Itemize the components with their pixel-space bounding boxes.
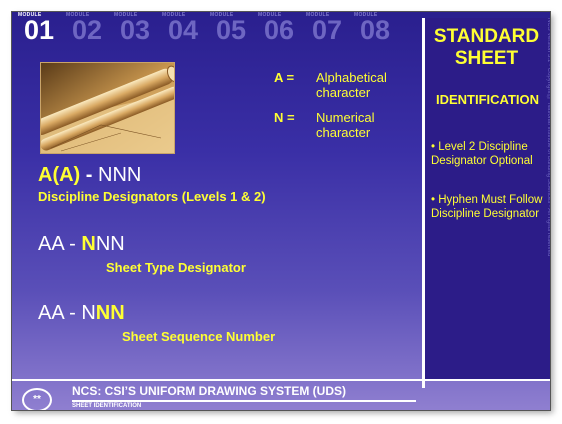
format-part: - [80,164,98,186]
module-tab-08[interactable]: MODULE 08 [352,12,398,46]
module-tag: MODULE [258,12,282,18]
sheet-sequence-format: AA - NNN [38,302,125,325]
rolled-blueprints-photo [40,62,175,154]
module-tab-06[interactable]: MODULE 06 [256,12,302,46]
module-tag: MODULE [210,12,234,18]
legend-alpha: A = Alphabetical character [274,70,414,110]
module-tag: MODULE [306,12,330,18]
format-part: NNN [98,164,142,186]
format-part: AA - [38,233,82,255]
sidebar: STANDARD SHEET IDENTIFICATION • Level 2 … [425,18,550,379]
module-tab-03[interactable]: MODULE 03 [112,12,158,46]
sheet-sequence-caption: Sheet Sequence Number [122,329,276,344]
module-tag: MODULE [66,12,90,18]
module-tag: MODULE [354,12,378,18]
sheet-type-format: AA - NNN [38,233,125,256]
module-tab-01[interactable]: MODULE 01 [16,12,62,46]
discipline-designator-caption: Discipline Designators (Levels 1 & 2) [38,189,266,204]
sidebar-title: STANDARD SHEET [433,26,540,69]
sidebar-subtitle: IDENTIFICATION [435,92,540,107]
copyright-vertical-text: NCS Version 3.1 • Copyright © National I… [546,18,550,257]
slide: MODULE 01 MODULE 02 MODULE 03 MODULE 04 … [12,12,550,410]
module-tag: MODULE [114,12,138,18]
footer-divider [12,379,550,381]
legend-key: A = [274,70,295,85]
module-tab-07[interactable]: MODULE 07 [304,12,350,46]
footer-badge: ** [22,388,52,410]
footer-underline [72,400,416,402]
format-part: AA - N [38,302,96,324]
format-part: A(A) [38,164,81,186]
module-tab-04[interactable]: MODULE 04 [160,12,206,46]
format-part: NN [95,302,125,324]
legend-value: Alphabetical character [316,70,387,100]
legend-numeric: N = Numerical character [274,110,414,150]
format-part: NN [95,233,125,255]
legend-value: Numerical character [316,110,375,140]
format-part: N [81,233,96,255]
module-tab-02[interactable]: MODULE 02 [64,12,110,46]
legend-key: N = [274,110,295,125]
module-tag: MODULE [18,12,42,18]
sheet-type-caption: Sheet Type Designator [106,260,246,275]
module-tab-05[interactable]: MODULE 05 [208,12,254,46]
module-tag: MODULE [162,12,186,18]
sidebar-bullet: • Level 2 Discipline Designator Optional [431,141,533,167]
sidebar-bullet: • Hyphen Must Follow Discipline Designat… [431,194,543,220]
discipline-designator-format: A(A) - NNN [38,164,141,187]
footer-subtitle: SHEET IDENTIFICATION [72,403,142,409]
footer-title: NCS: CSI’S UNIFORM DRAWING SYSTEM (UDS) [72,384,347,398]
